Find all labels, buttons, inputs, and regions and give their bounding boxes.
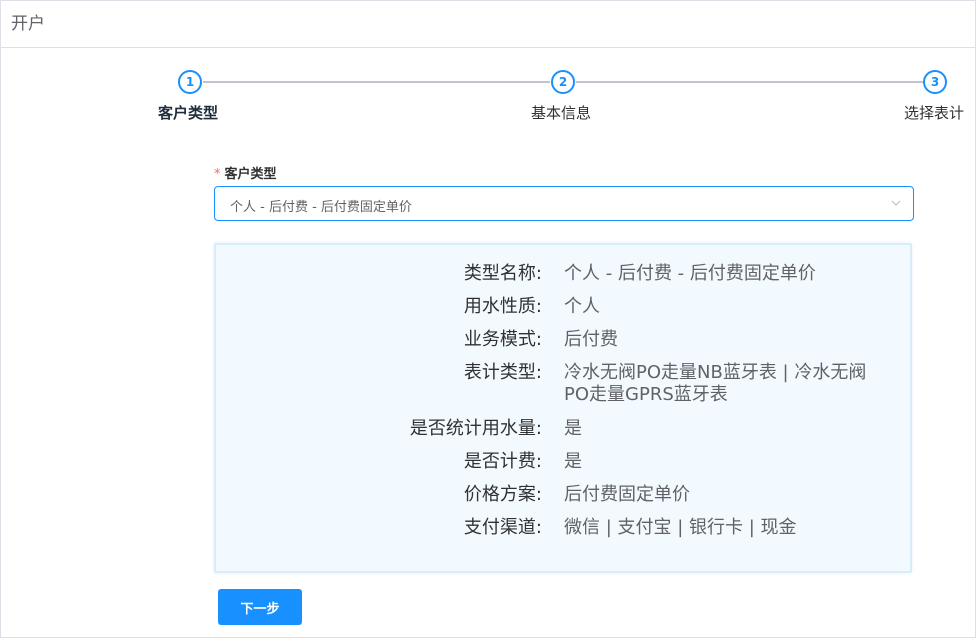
detail-value: 个人 - 后付费 - 后付费固定单价 bbox=[564, 263, 816, 284]
customer-type-select[interactable]: 个人 - 后付费 - 后付费固定单价 bbox=[214, 186, 914, 221]
detail-key: 价格方案: bbox=[463, 484, 542, 505]
detail-value: 是 bbox=[564, 418, 582, 439]
detail-value: 冷水无阀PO走量NB蓝牙表 | 冷水无阀PO走量GPRS蓝牙表 bbox=[564, 362, 867, 405]
chevron-down-icon bbox=[891, 200, 901, 206]
step-1-indicator: 1 bbox=[178, 70, 202, 94]
step-1-label: 客户类型 bbox=[158, 104, 219, 122]
next-step-button[interactable]: 下一步 bbox=[218, 589, 302, 625]
detail-key: 类型名称: bbox=[463, 263, 542, 284]
customer-type-label-text: 客户类型 bbox=[224, 167, 277, 182]
detail-value: 后付费固定单价 bbox=[564, 484, 690, 505]
customer-type-detail-panel: 类型名称: 个人 - 后付费 - 后付费固定单价 用水性质: 个人 业务模式: … bbox=[214, 243, 912, 573]
detail-key: 业务模式: bbox=[463, 329, 542, 350]
page-frame: 开户 1 2 3 客户类型 基本信息 选择表计 * 客户类型 个人 - 后付费 -… bbox=[0, 0, 976, 638]
detail-value: 是 bbox=[564, 451, 582, 472]
detail-key: 用水性质: bbox=[463, 296, 542, 317]
customer-type-label: * 客户类型 bbox=[214, 163, 277, 182]
step-3-indicator: 3 bbox=[923, 70, 947, 94]
page-title: 开户 bbox=[11, 14, 45, 34]
step-3-label: 选择表计 bbox=[904, 104, 965, 122]
detail-key: 是否统计用水量: bbox=[409, 418, 542, 439]
detail-value: 后付费 bbox=[564, 329, 618, 350]
step-connector-1-2 bbox=[203, 81, 550, 83]
step-2-label: 基本信息 bbox=[531, 104, 592, 122]
detail-value: 个人 bbox=[564, 296, 600, 317]
page-header: 开户 bbox=[1, 1, 975, 48]
detail-key: 是否计费: bbox=[463, 451, 542, 472]
step-connector-2-3 bbox=[576, 81, 923, 83]
detail-value: 微信 | 支付宝 | 银行卡 | 现金 bbox=[564, 517, 797, 538]
customer-type-selected-value: 个人 - 后付费 - 后付费固定单价 bbox=[230, 200, 412, 215]
step-2-indicator: 2 bbox=[551, 70, 575, 94]
required-mark: * bbox=[214, 167, 221, 182]
detail-key: 支付渠道: bbox=[463, 517, 542, 538]
detail-key: 表计类型: bbox=[463, 362, 542, 383]
